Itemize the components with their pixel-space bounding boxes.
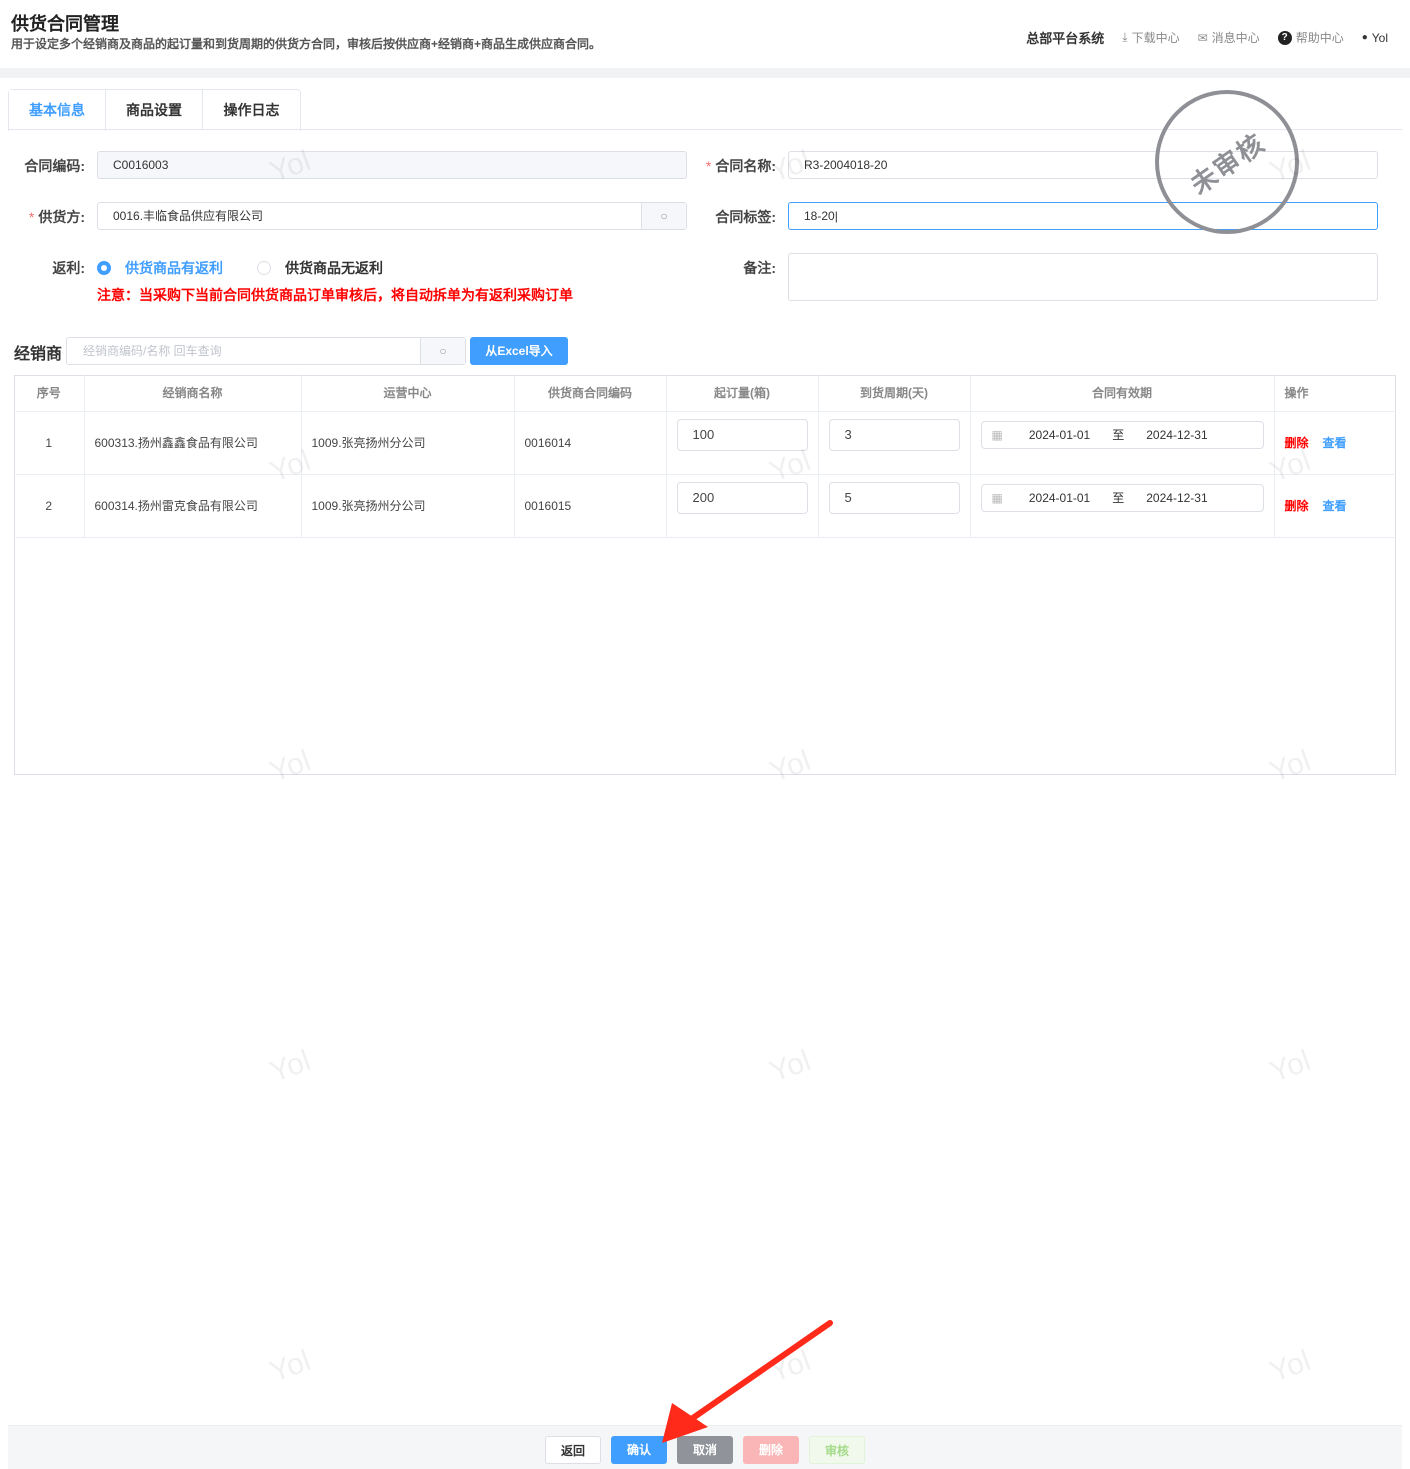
min-order-input[interactable]: 100	[676, 418, 808, 451]
min-order-input[interactable]: 200	[676, 481, 808, 514]
supplier-value: 0016.丰临食品供应有限公司	[113, 209, 264, 223]
import-excel-button[interactable]: 从Excel导入	[470, 337, 568, 365]
dealer-name: 600314.扬州雷克食品有限公司	[84, 474, 302, 538]
message-center-link[interactable]: ✉ 消息中心	[1198, 29, 1260, 46]
rebate-yes-radio[interactable]	[97, 261, 111, 275]
start-date: 2024-01-01	[1028, 427, 1091, 442]
rebate-no-label[interactable]: 供货商品无返利	[285, 258, 383, 278]
row-view-link[interactable]: 查看	[1323, 436, 1347, 450]
watermark: Yol	[1265, 1044, 1315, 1089]
user-icon: ●	[1361, 32, 1368, 43]
tab-basic-info[interactable]: 基本信息	[9, 90, 106, 131]
download-center-link[interactable]: ⤓ 下载中心	[1122, 29, 1179, 46]
col-contract-code: 供货商合同编码	[514, 375, 667, 412]
stamp-text: 未审核	[1184, 126, 1271, 200]
required-mark: *	[28, 209, 35, 225]
supplier-contract-code: 0016015	[514, 474, 667, 538]
contract-code-label: 合同编码:	[24, 158, 85, 174]
col-center: 运营中心	[301, 375, 515, 412]
col-min-order: 起订量(箱)	[666, 375, 819, 412]
operation-center: 1009.张亮扬州分公司	[301, 474, 515, 538]
cycle-input[interactable]: 5	[828, 481, 960, 514]
range-separator: 至	[1112, 428, 1125, 442]
dealer-search-input[interactable]: 经销商编码/名称 回车查询 ○	[66, 337, 466, 365]
remark-textarea[interactable]	[788, 253, 1378, 301]
contract-tag-field[interactable]: 18-20|	[788, 202, 1378, 230]
watermark: Yol	[265, 1044, 315, 1089]
help-center-link[interactable]: ? 帮助中心	[1277, 29, 1344, 46]
row-no: 1	[14, 411, 85, 475]
dealer-search-button[interactable]: ○	[420, 338, 465, 364]
top-nav: 总部平台系统 ⤓ 下载中心 ✉ 消息中心 ? 帮助中心 ● Yol	[1026, 28, 1388, 47]
search-icon: ○	[439, 344, 447, 358]
col-dealer-name: 经销商名称	[84, 375, 302, 412]
col-cycle: 到货周期(天)	[818, 375, 971, 412]
row-delete-link[interactable]: 删除	[1285, 499, 1309, 513]
user-name: Yol	[1371, 30, 1388, 45]
tab-operation-log[interactable]: 操作日志	[203, 90, 300, 130]
tab-product-settings[interactable]: 商品设置	[106, 90, 203, 130]
dealer-search-placeholder: 经销商编码/名称 回车查询	[83, 344, 222, 358]
row-view-link[interactable]: 查看	[1323, 499, 1347, 513]
page-title: 供货合同管理	[11, 14, 119, 34]
annotation-arrow	[662, 1320, 833, 1443]
remark-label: 备注:	[743, 260, 776, 276]
download-icon: ⤓	[1122, 30, 1128, 44]
header-divider	[0, 68, 1410, 78]
end-date: 2024-12-31	[1146, 490, 1208, 505]
calendar-icon: ▦	[991, 490, 1003, 505]
watermark: Yol	[265, 1344, 315, 1389]
page-subtitle: 用于设定多个经销商及商品的起订量和到货周期的供货方合同，审核后按供应商+经销商+…	[11, 37, 602, 51]
validity-date-range[interactable]: ▦ 2024-01-01 至 2024-12-31	[980, 483, 1264, 512]
rebate-no-radio[interactable]	[257, 261, 271, 275]
messages-label: 消息中心	[1211, 31, 1260, 45]
watermark: Yol	[1265, 1344, 1315, 1389]
supplier-field[interactable]: 0016.丰临食品供应有限公司 ○	[97, 202, 687, 230]
system-name[interactable]: 总部平台系统	[1026, 28, 1104, 47]
required-mark: *	[705, 158, 712, 174]
rebate-note: 注意：当采购下当前合同供货商品订单审核后，将自动拆单为有返利采购订单	[97, 287, 573, 303]
end-date: 2024-12-31	[1146, 427, 1208, 442]
cycle-input[interactable]: 3	[828, 418, 960, 451]
back-button[interactable]: 返回	[545, 1436, 601, 1464]
supplier-search-button[interactable]: ○	[641, 203, 686, 229]
help-label: 帮助中心	[1295, 31, 1344, 45]
validity-date-range[interactable]: ▦ 2024-01-01 至 2024-12-31	[980, 420, 1264, 449]
supplier-contract-code: 0016014	[514, 411, 667, 475]
dealers-table: 序号 经销商名称 运营中心 供货商合同编码 起订量(箱) 到货周期(天) 合同有…	[14, 375, 1396, 538]
dealers-section-title: 经销商	[14, 346, 63, 363]
search-icon: ○	[660, 209, 668, 223]
operation-center: 1009.张亮扬州分公司	[301, 411, 515, 475]
mail-icon: ✉	[1197, 30, 1208, 45]
help-icon: ?	[1277, 30, 1292, 45]
watermark: Yol	[765, 1044, 815, 1089]
col-validity: 合同有效期	[970, 375, 1275, 412]
calendar-icon: ▦	[991, 427, 1003, 442]
col-no: 序号	[14, 375, 85, 412]
range-separator: 至	[1112, 491, 1125, 505]
tab-bar: 基本信息 商品设置 操作日志	[8, 89, 301, 131]
table-row: 2 600314.扬州雷克食品有限公司 1009.张亮扬州分公司 0016015…	[14, 474, 1396, 538]
col-actions: 操作	[1274, 375, 1396, 412]
rebate-yes-label[interactable]: 供货商品有返利	[125, 258, 223, 278]
download-label: 下载中心	[1131, 31, 1180, 45]
start-date: 2024-01-01	[1028, 490, 1091, 505]
row-no: 2	[14, 474, 85, 538]
contract-code-field[interactable]: C0016003	[97, 151, 687, 179]
table-row: 1 600313.扬州鑫鑫食品有限公司 1009.张亮扬州分公司 0016014…	[14, 411, 1396, 475]
user-menu[interactable]: ● Yol	[1362, 31, 1388, 45]
rebate-label: 返利:	[52, 260, 85, 276]
supplier-label: 供货方:	[38, 209, 85, 225]
contract-tag-label: 合同标签:	[715, 209, 776, 225]
